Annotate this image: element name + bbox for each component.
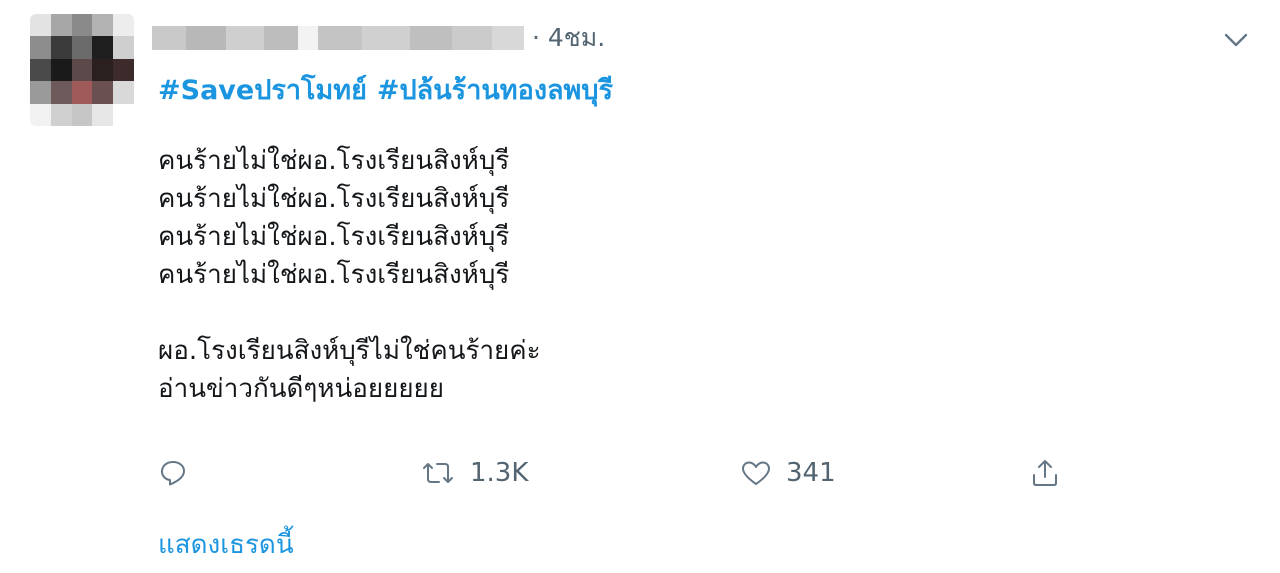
share-button[interactable] bbox=[1030, 452, 1060, 494]
reply-icon bbox=[158, 458, 188, 488]
like-button[interactable]: 341 bbox=[740, 452, 836, 494]
tweet-actions: 1.3K 341 bbox=[158, 452, 1078, 494]
retweet-button[interactable]: 1.3K bbox=[420, 452, 528, 494]
tweet-text-line: คนร้ายไม่ใช่ผอ.โรงเรียนสิงห์บุรี bbox=[158, 184, 510, 214]
heart-icon bbox=[740, 458, 772, 488]
hashtag-link[interactable]: #Saveปราโมทย์ bbox=[158, 75, 367, 106]
blurred-username[interactable] bbox=[152, 25, 524, 51]
chevron-down-icon[interactable] bbox=[1222, 30, 1250, 50]
like-count: 341 bbox=[786, 458, 836, 488]
tweet-text-line: คนร้ายไม่ใช่ผอ.โรงเรียนสิงห์บุรี bbox=[158, 260, 510, 290]
tweet-text-line: คนร้ายไม่ใช่ผอ.โรงเรียนสิงห์บุรี bbox=[158, 222, 510, 252]
hashtag-link[interactable]: #ปล้นร้านทองลพบุรี bbox=[377, 75, 613, 106]
hashtag-line: #Saveปราโมทย์ #ปล้นร้านทองลพบุรี bbox=[158, 68, 623, 111]
retweet-count: 1.3K bbox=[470, 458, 529, 488]
avatar[interactable] bbox=[30, 14, 134, 126]
tweet-card[interactable]: · 4ชม. #Saveปราโมทย์ #ปล้นร้านทองลพบุรี ค… bbox=[0, 0, 1280, 573]
retweet-icon bbox=[420, 458, 456, 488]
tweet-timestamp[interactable]: · 4ชม. bbox=[532, 18, 605, 58]
tweet-text-line: คนร้ายไม่ใช่ผอ.โรงเรียนสิงห์บุรี bbox=[158, 146, 510, 176]
tweet-text-line: ผอ.โรงเรียนสิงห์บุรีไม่ใช่คนร้ายค่ะ bbox=[158, 336, 541, 366]
tweet-header: · 4ชม. bbox=[152, 14, 605, 62]
tweet-text: คนร้ายไม่ใช่ผอ.โรงเรียนสิงห์บุรี คนร้ายไ… bbox=[158, 142, 541, 408]
show-thread-link[interactable]: แสดงเธรดนี้ bbox=[158, 524, 294, 565]
reply-button[interactable] bbox=[158, 452, 188, 494]
tweet-text-line: อ่านข่าวกันดีๆหน่อยยยยย bbox=[158, 374, 445, 404]
share-icon bbox=[1030, 457, 1060, 489]
